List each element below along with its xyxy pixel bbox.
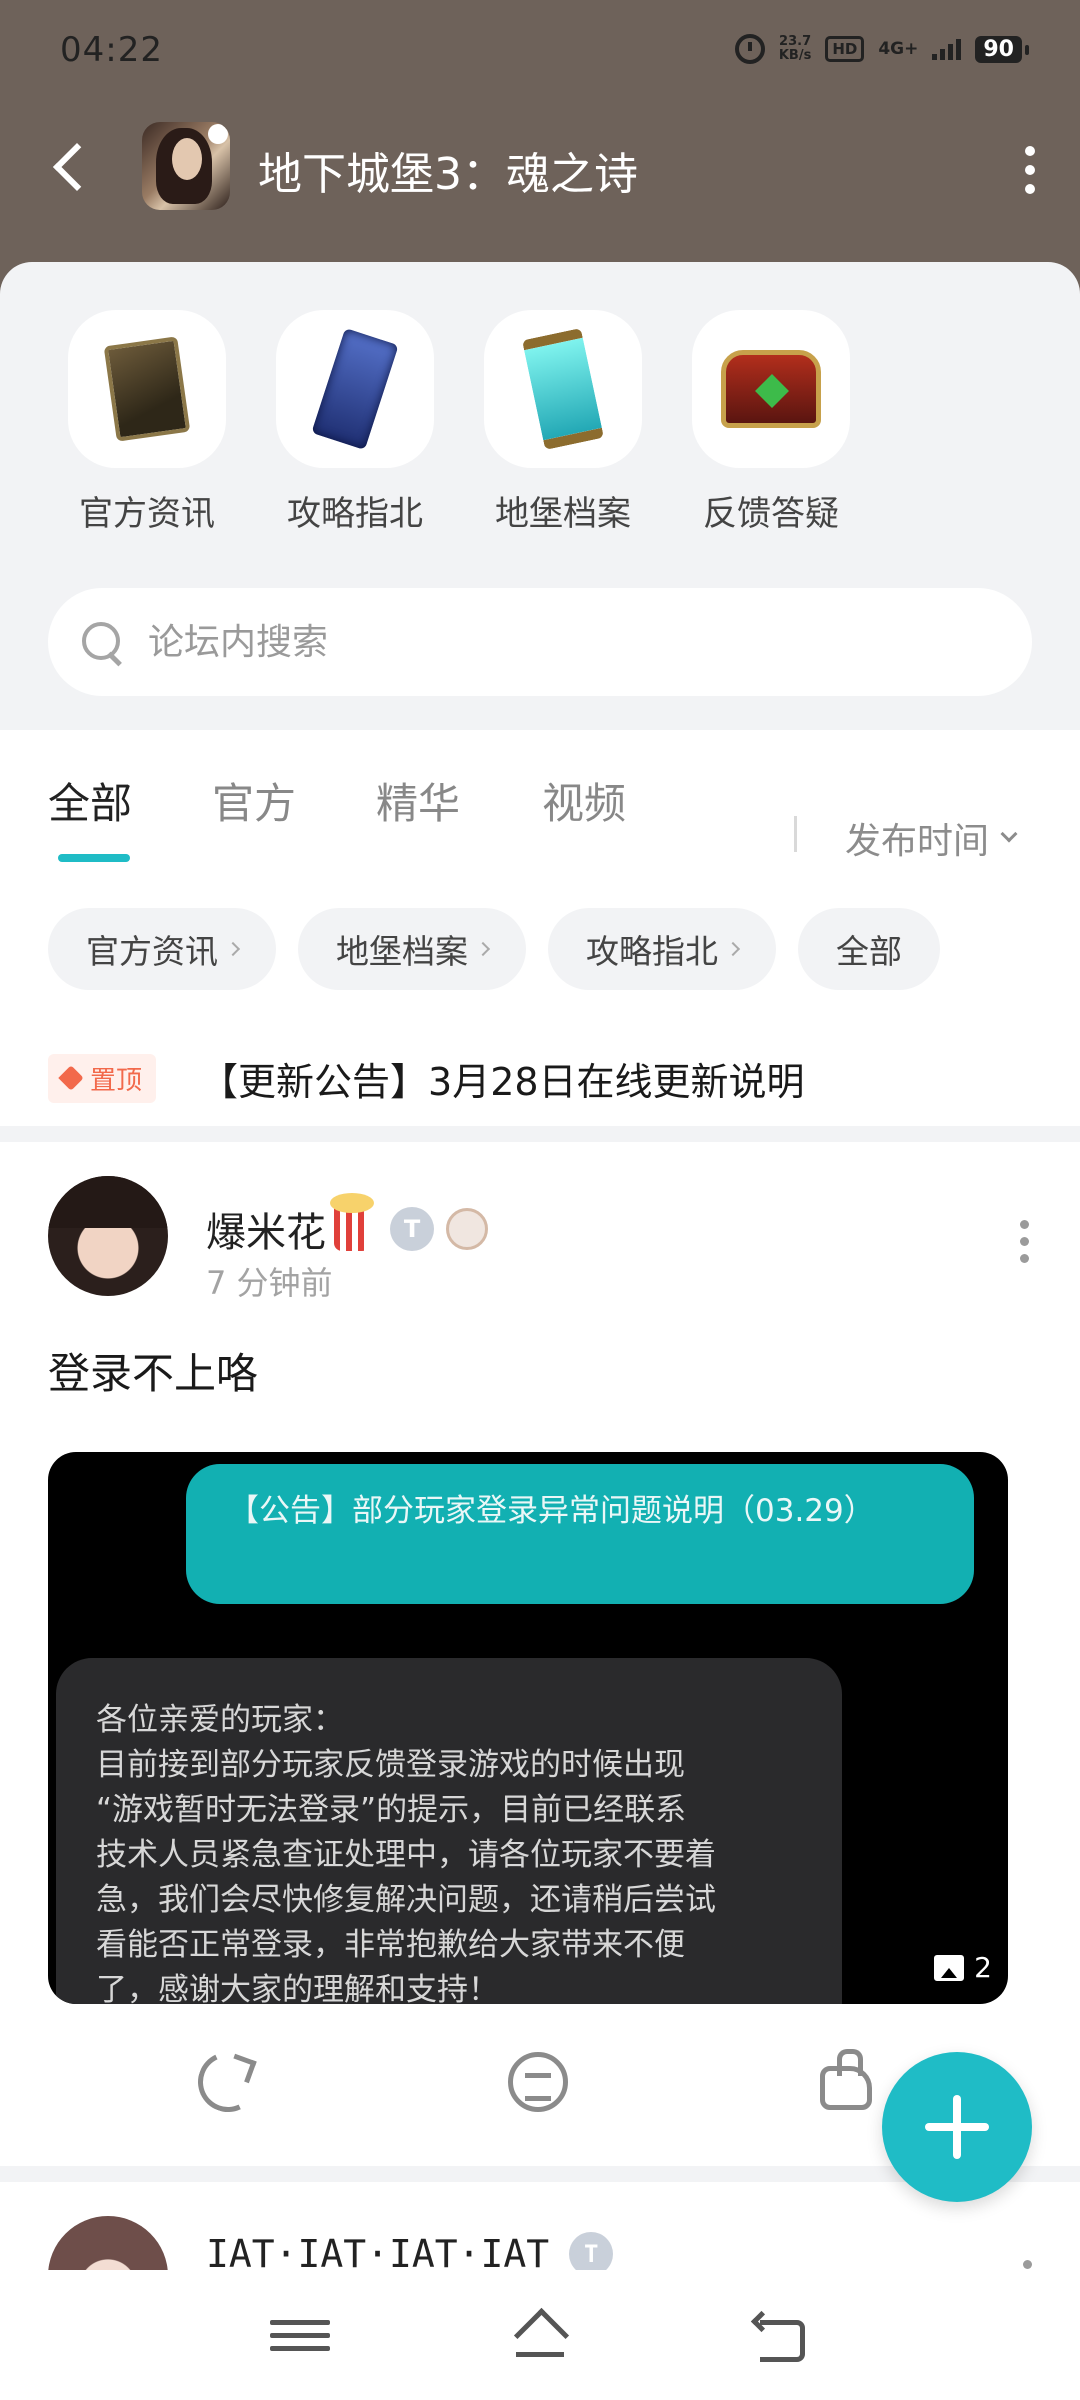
pinned-post[interactable]: 置顶 【更新公告】3月28日在线更新说明 — [48, 1048, 1048, 1108]
quick-entry-official-news[interactable]: 官方资讯 — [43, 262, 251, 535]
hd-badge: HD — [825, 36, 865, 62]
chip-archive[interactable]: 地堡档案 — [298, 908, 526, 990]
quick-entry-archive[interactable]: 地堡档案 — [459, 262, 667, 535]
tab-video[interactable]: 视频 — [542, 770, 626, 831]
tab-divider — [794, 816, 797, 852]
chevron-right-icon — [475, 941, 491, 957]
post-author[interactable]: 爆米花 T — [206, 1193, 488, 1258]
tab-official[interactable]: 官方 — [212, 770, 296, 831]
create-post-button[interactable] — [882, 2052, 1032, 2202]
chevron-right-icon — [725, 941, 741, 957]
divider — [0, 1126, 1080, 1142]
search-icon — [78, 618, 126, 666]
notice-title-bubble: 【公告】部分玩家登录异常问题说明（03.29） — [186, 1464, 974, 1604]
search-input[interactable] — [148, 621, 948, 663]
status-time: 04:22 — [60, 30, 163, 70]
chevron-down-icon — [1000, 825, 1018, 843]
avatar[interactable] — [48, 2216, 168, 2270]
cyan-scroll-icon — [522, 327, 604, 451]
image-icon — [934, 1954, 965, 1981]
category-chips: 官方资讯 地堡档案 攻略指北 全部 — [48, 908, 940, 990]
top-nav: 地下城堡3：魂之诗 — [0, 110, 1080, 230]
pinned-badge: 置顶 — [48, 1053, 157, 1103]
more-menu-icon[interactable] — [1020, 146, 1040, 194]
share-icon[interactable] — [189, 2043, 267, 2121]
back-nav-icon[interactable] — [752, 2314, 812, 2362]
book-icon — [103, 336, 191, 442]
quick-entry-guide[interactable]: 攻略指北 — [251, 262, 459, 535]
blue-scroll-icon — [311, 328, 399, 450]
page-title: 地下城堡3：魂之诗 — [258, 149, 638, 200]
pinned-title: 【更新公告】3月28日在线更新说明 — [200, 1059, 805, 1104]
back-button[interactable] — [46, 140, 96, 190]
network-type: 4G+ — [878, 39, 919, 59]
chip-all[interactable]: 全部 — [798, 908, 940, 990]
post-more-icon[interactable] — [1020, 1220, 1032, 1271]
game-avatar[interactable] — [142, 122, 230, 210]
tab-featured[interactable]: 精华 — [376, 770, 460, 831]
status-bar: 04:22 23.7 KB/s HD 4G+ 90 — [0, 0, 1080, 100]
chest-icon — [721, 350, 821, 428]
post-author[interactable]: ΙΑΤ·ΙΑΤ·ΙΑΤ·ΙΑΤ T — [206, 2232, 614, 2270]
post-image[interactable]: 【公告】部分玩家登录异常问题说明（03.29） 各位亲爱的玩家： 目前接到部分玩… — [48, 1452, 1008, 2004]
active-tab-indicator — [58, 854, 130, 862]
quick-entries: 官方资讯 攻略指北 地堡档案 反馈答疑 — [0, 262, 1080, 535]
popcorn-icon — [330, 1193, 374, 1251]
avatar[interactable] — [48, 1176, 168, 1296]
signal-icon — [932, 38, 962, 60]
battery-icon: 90 — [975, 35, 1029, 63]
system-nav-bar — [0, 2270, 1080, 2400]
sort-dropdown[interactable]: 发布时间 — [845, 812, 1018, 864]
post-more-icon[interactable] — [1023, 2260, 1032, 2269]
tab-all[interactable]: 全部 — [48, 770, 132, 831]
image-count: 2 — [934, 1951, 992, 1984]
pin-icon — [58, 1065, 84, 1091]
level-badge: T — [569, 2232, 614, 2270]
alarm-icon — [734, 34, 765, 64]
chevron-right-icon — [225, 941, 241, 957]
forum-search-bar[interactable] — [48, 588, 1032, 696]
chip-official-news[interactable]: 官方资讯 — [48, 908, 276, 990]
comment-icon[interactable] — [508, 2052, 568, 2112]
post-card[interactable]: ΙΑΤ·ΙΑΤ·ΙΑΤ·ΙΑΤ T — [0, 2180, 1080, 2270]
menu-icon[interactable] — [270, 2314, 330, 2360]
status-icons: 23.7 KB/s HD 4G+ 90 — [734, 34, 1029, 64]
home-icon[interactable] — [510, 2314, 570, 2360]
chip-guide[interactable]: 攻略指北 — [548, 908, 776, 990]
feed-tabs: 全部 官方 精华 视频 发布时间 — [0, 770, 1080, 862]
post-text: 登录不上咯 — [48, 1349, 259, 1398]
net-speed: 23.7 KB/s — [778, 34, 812, 63]
notice-body-bubble: 各位亲爱的玩家： 目前接到部分玩家反馈登录游戏的时候出现 “游戏暂时无法登录”的… — [56, 1658, 842, 2004]
post-time: 7 分钟前 — [206, 1264, 333, 1302]
pet-badge-icon — [446, 1208, 488, 1250]
quick-entry-feedback[interactable]: 反馈答疑 — [667, 262, 875, 535]
like-icon[interactable] — [820, 2049, 872, 2110]
level-badge: T — [390, 1207, 434, 1251]
